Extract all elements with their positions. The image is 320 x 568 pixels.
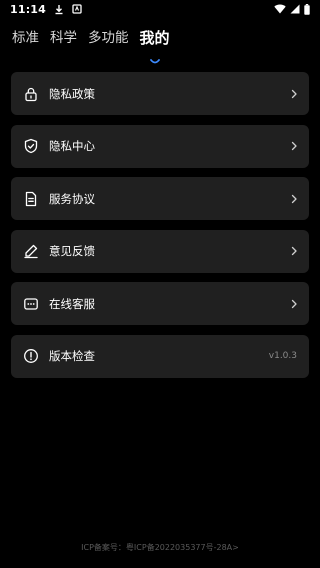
chevron-right-icon (289, 89, 299, 99)
menu-item-service-agreement[interactable]: 服务协议 (11, 177, 309, 221)
wifi-icon (274, 4, 286, 14)
active-tab-indicator (149, 50, 160, 64)
menu-item-online-support[interactable]: 在线客服 (11, 282, 309, 326)
chat-icon (23, 296, 39, 312)
pencil-icon (23, 243, 39, 259)
tab-mine-label: 我的 (139, 29, 170, 47)
shield-check-icon (23, 138, 39, 154)
status-bar: 11:14 (0, 0, 320, 18)
status-time: 11:14 (10, 2, 47, 16)
tab-mine[interactable]: 我的 (139, 28, 170, 64)
version-number: v1.0.3 (268, 351, 297, 362)
tab-standard[interactable]: 标准 (12, 28, 39, 48)
icp-filing-link[interactable]: ICP备案号：粤ICP备2022035377号-28A> (0, 542, 320, 553)
menu-item-label: 在线客服 (49, 296, 95, 311)
signal-icon (290, 4, 300, 14)
menu-item-version-check[interactable]: 版本检查 v1.0.3 (11, 334, 309, 378)
lock-icon (23, 86, 39, 102)
menu-list: 隐私政策 隐私中心 服务协议 意见反馈 在线客服 版本检查 v1.0.3 (11, 72, 309, 388)
info-icon (23, 348, 39, 364)
chevron-right-icon (289, 194, 299, 204)
menu-item-label: 意见反馈 (49, 244, 95, 259)
chevron-right-icon (289, 299, 299, 309)
download-icon (54, 4, 64, 15)
app-notification-icon (72, 4, 82, 14)
menu-item-privacy-policy[interactable]: 隐私政策 (11, 72, 309, 115)
tab-multifunction[interactable]: 多功能 (88, 28, 129, 48)
chevron-right-icon (289, 246, 299, 256)
menu-item-label: 隐私中心 (49, 139, 95, 154)
menu-item-privacy-center[interactable]: 隐私中心 (11, 124, 309, 168)
tab-scientific[interactable]: 科学 (50, 28, 77, 48)
battery-icon (304, 3, 310, 15)
menu-item-feedback[interactable]: 意见反馈 (11, 229, 309, 273)
menu-item-label: 隐私政策 (49, 86, 95, 101)
chevron-right-icon (289, 141, 299, 151)
document-icon (23, 191, 39, 207)
menu-item-label: 版本检查 (49, 349, 95, 364)
tab-bar: 标准 科学 多功能 我的 (0, 25, 320, 64)
menu-item-label: 服务协议 (49, 191, 95, 206)
